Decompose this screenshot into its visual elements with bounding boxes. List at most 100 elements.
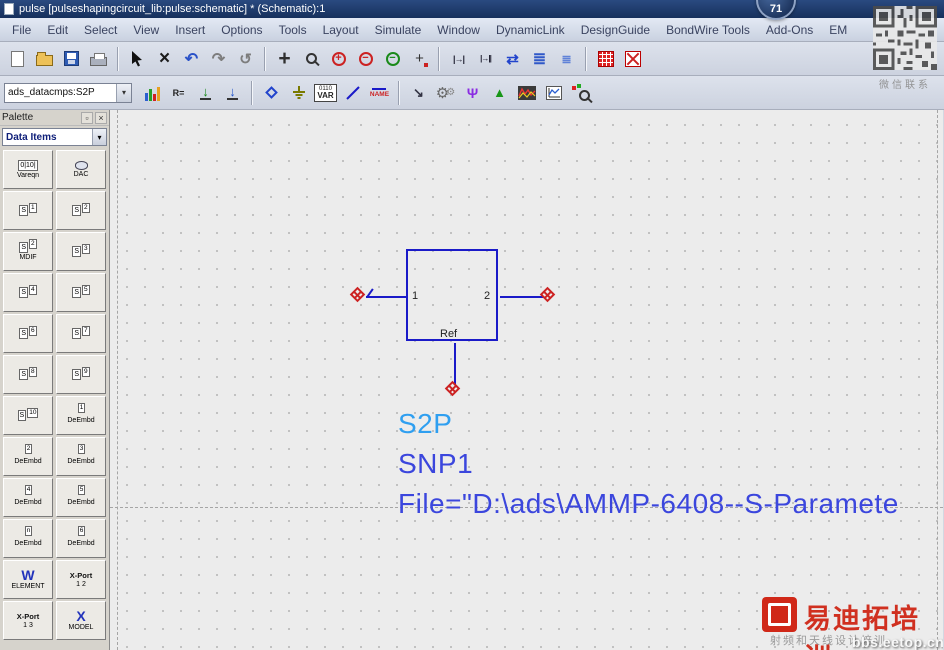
- menu-layout[interactable]: Layout: [315, 20, 367, 40]
- new-file-button[interactable]: [4, 45, 31, 72]
- menu-edit[interactable]: Edit: [39, 20, 76, 40]
- undo-button[interactable]: [178, 45, 205, 72]
- simulation-settings-button[interactable]: [432, 79, 459, 106]
- component-histogram-button[interactable]: [138, 79, 165, 106]
- menu-tools[interactable]: Tools: [271, 20, 315, 40]
- port-diamond-pin2[interactable]: [539, 286, 556, 303]
- palette-item-deembed6[interactable]: 6 DeEmbd: [56, 519, 106, 558]
- menu-options[interactable]: Options: [213, 20, 270, 40]
- palette-close-button[interactable]: [95, 111, 107, 124]
- wire-pin2[interactable]: [500, 296, 544, 298]
- palette-header[interactable]: Palette: [0, 110, 109, 126]
- combo-value: ads_datacmps:S2P: [8, 87, 95, 98]
- menu-bondwire-tools[interactable]: BondWire Tools: [658, 20, 758, 40]
- component-file-param[interactable]: File="D:\ads\AMMP-6408--S-Paramete: [398, 484, 899, 524]
- redo-button[interactable]: [205, 45, 232, 72]
- data-waveform-button[interactable]: [513, 79, 540, 106]
- wire-name-button[interactable]: NAME: [366, 79, 393, 106]
- wire-entry-button[interactable]: [405, 79, 432, 106]
- palette-item-s7p[interactable]: S7: [56, 314, 106, 353]
- insert-pin-button[interactable]: [445, 45, 472, 72]
- menu-view[interactable]: View: [125, 20, 167, 40]
- save-button[interactable]: [58, 45, 85, 72]
- palette-item-s2p-mdif[interactable]: S 2 MDIF: [3, 232, 53, 271]
- palette-item-x-port-2[interactable]: X-Port 1 2: [56, 560, 106, 599]
- palette-item-s6p[interactable]: S6: [3, 314, 53, 353]
- wire-ref[interactable]: [454, 343, 456, 385]
- zoom-in-button[interactable]: [325, 45, 352, 72]
- palette-item-w-element[interactable]: W ELEMENT: [3, 560, 53, 599]
- palette-item-s1p[interactable]: S1: [3, 191, 53, 230]
- probe-button[interactable]: [459, 79, 486, 106]
- menu-dynamiclink[interactable]: DynamicLink: [488, 20, 573, 40]
- palette-item-s5p[interactable]: S5: [56, 273, 106, 312]
- insert-var-button[interactable]: 0110 VAR: [312, 79, 339, 106]
- component-name-text[interactable]: S2P: [398, 404, 899, 444]
- component-library-button[interactable]: [567, 79, 594, 106]
- component-instance-text[interactable]: SNP1: [398, 444, 899, 484]
- palette-item-s9p[interactable]: S9: [56, 355, 106, 394]
- palette-float-button[interactable]: [81, 111, 93, 124]
- palette-item-dac[interactable]: DAC: [56, 150, 106, 189]
- menu-window[interactable]: Window: [429, 20, 488, 40]
- toolbar-insert: ads_datacmps:S2P R= 0110 VAR: [0, 76, 944, 110]
- insert-ground-button[interactable]: [285, 79, 312, 106]
- rotate-button[interactable]: [232, 45, 259, 72]
- chevron-down-icon[interactable]: [92, 129, 106, 145]
- palette-group-value: Data Items: [6, 131, 57, 143]
- delete-button[interactable]: [151, 45, 178, 72]
- zoom-area-button[interactable]: [298, 45, 325, 72]
- select-cursor-button[interactable]: [124, 45, 151, 72]
- palette-item-x-port-3[interactable]: X-Port 1 3: [3, 601, 53, 640]
- insert-port-button[interactable]: [258, 79, 285, 106]
- palette-item-deembed3[interactable]: 3 DeEmbd: [56, 437, 106, 476]
- open-button[interactable]: [31, 45, 58, 72]
- palette-item-deembedn[interactable]: n DeEmbd: [3, 519, 53, 558]
- deactivate-short-button[interactable]: [619, 45, 646, 72]
- palette-item-s2p[interactable]: S2: [56, 191, 106, 230]
- pop-out-hierarchy-button[interactable]: [553, 45, 580, 72]
- insert-ground-alt-button[interactable]: [219, 79, 246, 106]
- menu-insert[interactable]: Insert: [167, 20, 213, 40]
- menu-em[interactable]: EM: [821, 20, 855, 40]
- deactivate-component-button[interactable]: [592, 45, 619, 72]
- deembed-icon: n: [24, 526, 33, 536]
- insert-wire-button[interactable]: [339, 79, 366, 106]
- push-into-hierarchy-button[interactable]: [526, 45, 553, 72]
- print-button[interactable]: [85, 45, 112, 72]
- insert-pin-pair-button[interactable]: [472, 45, 499, 72]
- menu-simulate[interactable]: Simulate: [367, 20, 430, 40]
- insert-ground-arrow-button[interactable]: [192, 79, 219, 106]
- component-annotation[interactable]: S2P SNP1 File="D:\ads\AMMP-6408--S-Param…: [398, 404, 899, 524]
- palette-item-deembed1[interactable]: 1 DeEmbd: [56, 396, 106, 435]
- palette-item-s10p[interactable]: S 10: [3, 396, 53, 435]
- port-diamond-pin1[interactable]: [349, 286, 366, 303]
- simulate-button[interactable]: [486, 79, 513, 106]
- component-palette-combo[interactable]: ads_datacmps:S2P: [4, 82, 132, 103]
- zoom-out-button[interactable]: [352, 45, 379, 72]
- schematic-canvas[interactable]: 1 2 Ref S2P SNP1 File="D:\ads\AMMP-6408-…: [110, 110, 943, 650]
- plot-window-button[interactable]: [540, 79, 567, 106]
- palette-item-s3p[interactable]: S3: [56, 232, 106, 271]
- menu-select[interactable]: Select: [76, 20, 125, 40]
- palette-item-s8p[interactable]: S8: [3, 355, 53, 394]
- zoom-to-point-button[interactable]: [406, 45, 433, 72]
- titlebar[interactable]: pulse [pulseshapingcircuit_lib:pulse:sch…: [0, 0, 944, 18]
- zoom-fit-button[interactable]: [379, 45, 406, 72]
- palette-item-s4p[interactable]: S4: [3, 273, 53, 312]
- palette-item-x-model[interactable]: X MODEL: [56, 601, 106, 640]
- palette-group-select[interactable]: Data Items: [2, 128, 107, 146]
- menu-file[interactable]: File: [4, 20, 39, 40]
- menu-designguide[interactable]: DesignGuide: [573, 20, 658, 40]
- wire-pin1[interactable]: [366, 296, 406, 298]
- port-diamond-ref[interactable]: [444, 380, 461, 397]
- swap-wire-button[interactable]: [499, 45, 526, 72]
- resistor-parameter-button[interactable]: R=: [165, 79, 192, 106]
- chevron-down-icon[interactable]: [116, 83, 131, 102]
- move-component-button[interactable]: [271, 45, 298, 72]
- palette-item-vareqn[interactable]: 0|10| Vareqn: [3, 150, 53, 189]
- menu-add-ons[interactable]: Add-Ons: [758, 20, 821, 40]
- palette-item-deembed5[interactable]: 5 DeEmbd: [56, 478, 106, 517]
- palette-item-deembed4[interactable]: 4 DeEmbd: [3, 478, 53, 517]
- palette-item-deembed2[interactable]: 2 DeEmbd: [3, 437, 53, 476]
